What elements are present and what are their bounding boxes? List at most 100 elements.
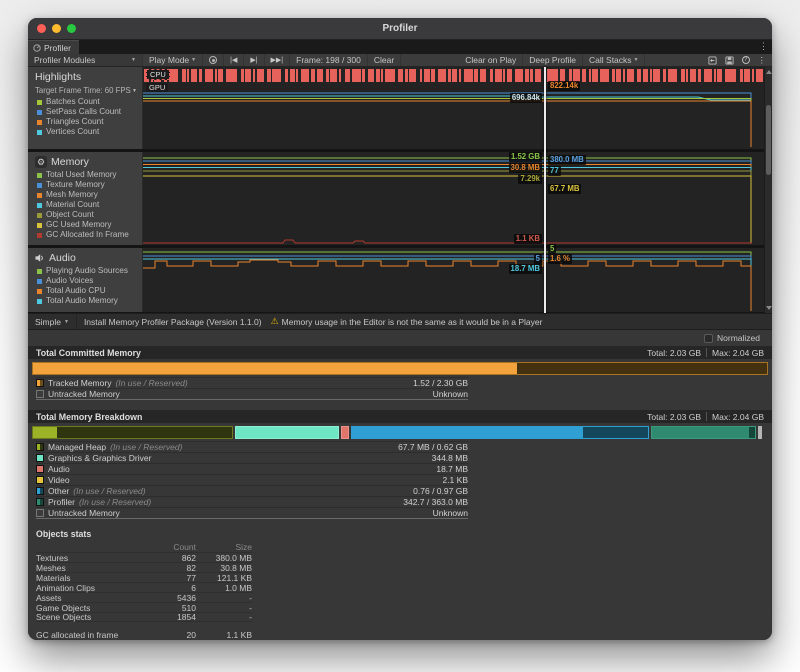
- module-counter[interactable]: Batches Count: [28, 97, 142, 107]
- gpu-track-label[interactable]: GPU: [146, 83, 168, 92]
- record-button[interactable]: [203, 54, 224, 66]
- legend-row[interactable]: Managed Heap (In use / Reserved) 67.7 MB…: [36, 441, 468, 452]
- previous-frame-button[interactable]: |◀: [224, 54, 244, 66]
- object-count: 6: [144, 583, 196, 593]
- module-counter[interactable]: Object Count: [28, 210, 142, 220]
- chart-value-label: 822.14k: [548, 81, 580, 91]
- module-counter[interactable]: Audio Voices: [28, 276, 142, 286]
- toolbar-spacer2: [645, 54, 703, 66]
- module-counter[interactable]: Material Count: [28, 200, 142, 210]
- legend-value: 67.7 MB / 0.62 GB: [398, 442, 468, 452]
- memory-breakdown-bar[interactable]: [32, 426, 768, 439]
- call-stacks-dropdown[interactable]: Call Stacks ▼: [583, 54, 645, 66]
- save-profile-button[interactable]: [721, 54, 738, 66]
- table-row[interactable]: Meshes 82 30.8 MB: [36, 562, 252, 572]
- legend-name: Graphics & Graphics Driver: [48, 453, 151, 463]
- legend-name: Profiler: [48, 497, 75, 507]
- table-row[interactable]: Animation Clips 6 1.0 MB: [36, 582, 252, 592]
- legend-name: Managed Heap: [48, 442, 106, 452]
- breakdown-segment[interactable]: [351, 426, 649, 439]
- legend-name: Other: [48, 486, 69, 496]
- profiler-modules-dropdown[interactable]: Profiler Modules ▼: [28, 54, 143, 66]
- breakdown-segment[interactable]: [341, 426, 348, 439]
- module-counter[interactable]: Total Audio Memory: [28, 296, 142, 306]
- module-title[interactable]: Memory: [51, 156, 89, 168]
- chevron-down-icon: ▼: [191, 57, 196, 63]
- load-profile-button[interactable]: [704, 54, 721, 66]
- scroll-down-icon[interactable]: [766, 306, 772, 310]
- help-button[interactable]: ?: [738, 54, 754, 66]
- legend-row[interactable]: Graphics & Graphics Driver 344.8 MB: [36, 452, 468, 463]
- counter-color-swatch: [37, 213, 42, 218]
- table-row[interactable]: Materials 77 121.1 KB: [36, 572, 252, 582]
- object-name: Scene Objects: [36, 612, 144, 622]
- legend-row[interactable]: Untracked Memory Unknown: [36, 507, 468, 518]
- tab-menu-kebab-icon[interactable]: ⋮: [759, 41, 768, 52]
- counter-color-swatch: [37, 130, 42, 135]
- normalized-checkbox[interactable]: [704, 334, 713, 343]
- legend-row[interactable]: Profiler (In use / Reserved) 342.7 / 363…: [36, 496, 468, 507]
- legend-name: Audio: [48, 464, 70, 474]
- table-row[interactable]: Textures 862 380.0 MB: [36, 552, 252, 562]
- deep-profile-toggle[interactable]: Deep Profile: [523, 54, 583, 66]
- breakdown-segment[interactable]: [32, 426, 233, 439]
- tab-profiler[interactable]: Profiler: [28, 40, 79, 54]
- legend-swatch: [36, 443, 44, 451]
- legend-row[interactable]: Other (In use / Reserved) 0.76 / 0.97 GB: [36, 485, 468, 496]
- toolbar-menu-button[interactable]: ⋮: [754, 54, 772, 66]
- chevron-down-icon: ▼: [131, 57, 136, 63]
- table-row[interactable]: Assets 5436 -: [36, 592, 252, 602]
- table-row[interactable]: Scene Objects 1854 -: [36, 612, 252, 622]
- module-counter[interactable]: Triangles Count: [28, 117, 142, 127]
- current-frame-button[interactable]: ▶▶|: [265, 54, 291, 66]
- cpu-track-label[interactable]: CPU: [146, 69, 170, 80]
- memory-view-mode-dropdown[interactable]: Simple ▼: [28, 314, 76, 329]
- legend-row[interactable]: Audio 18.7 MB: [36, 463, 468, 474]
- legend-note: (In use / Reserved): [115, 378, 187, 388]
- breakdown-segment[interactable]: [758, 426, 762, 439]
- legend-row[interactable]: Tracked Memory (In use / Reserved) 1.52 …: [36, 377, 468, 388]
- module-counter[interactable]: Total Audio CPU: [28, 286, 142, 296]
- module-counter[interactable]: SetPass Calls Count: [28, 107, 142, 117]
- object-name: Materials: [36, 573, 144, 583]
- module-counter[interactable]: Total Used Memory: [28, 170, 142, 180]
- module-title[interactable]: Audio: [49, 252, 76, 264]
- legend-row[interactable]: Untracked Memory Unknown: [36, 388, 468, 399]
- legend-name: Tracked Memory: [48, 378, 111, 388]
- module-counter[interactable]: Texture Memory: [28, 180, 142, 190]
- divider: [706, 412, 707, 421]
- scroll-up-icon[interactable]: [766, 70, 772, 74]
- cpu-frame-bars[interactable]: [144, 68, 765, 85]
- step-back-icon: |◀: [230, 56, 237, 64]
- chart-scrollbar[interactable]: [764, 67, 772, 313]
- module-counter[interactable]: Playing Audio Sources: [28, 266, 142, 276]
- counter-label: Material Count: [46, 201, 99, 209]
- module-counter[interactable]: Mesh Memory: [28, 190, 142, 200]
- frame-playhead[interactable]: [544, 67, 546, 313]
- play-mode-dropdown[interactable]: Play Mode ▼: [143, 54, 203, 66]
- breakdown-segment[interactable]: [235, 426, 340, 439]
- counter-color-swatch: [37, 269, 42, 274]
- window-title: Profiler: [28, 23, 772, 34]
- module-counter[interactable]: GC Used Memory: [28, 220, 142, 230]
- next-frame-button[interactable]: ▶|: [244, 54, 264, 66]
- table-row[interactable]: Game Objects 510 -: [36, 602, 252, 612]
- scrollbar-thumb[interactable]: [766, 105, 771, 175]
- module-counter[interactable]: GC Allocated In Frame: [28, 230, 142, 240]
- clear-button[interactable]: Clear: [368, 54, 401, 66]
- module-title[interactable]: Highlights: [35, 71, 81, 83]
- chart-value-label: 67.7 MB: [548, 184, 581, 194]
- breakdown-segment[interactable]: [651, 426, 756, 439]
- object-count: 510: [144, 603, 196, 613]
- record-icon: [209, 56, 217, 64]
- target-frame-time-dropdown[interactable]: Target Frame Time: 60 FPS▼: [28, 85, 142, 97]
- object-count: 5436: [144, 593, 196, 603]
- clear-on-play-toggle[interactable]: Clear on Play: [459, 54, 523, 66]
- committed-memory-bar[interactable]: [32, 362, 768, 375]
- legend-swatch: [36, 390, 44, 398]
- chevron-down-icon: ▼: [132, 88, 137, 94]
- legend-value: 342.7 / 363.0 MB: [403, 497, 468, 507]
- module-counter[interactable]: Vertices Count: [28, 127, 142, 137]
- install-memory-profiler-button[interactable]: Install Memory Profiler Package (Version…: [77, 314, 269, 329]
- legend-row[interactable]: Video 2.1 KB: [36, 474, 468, 485]
